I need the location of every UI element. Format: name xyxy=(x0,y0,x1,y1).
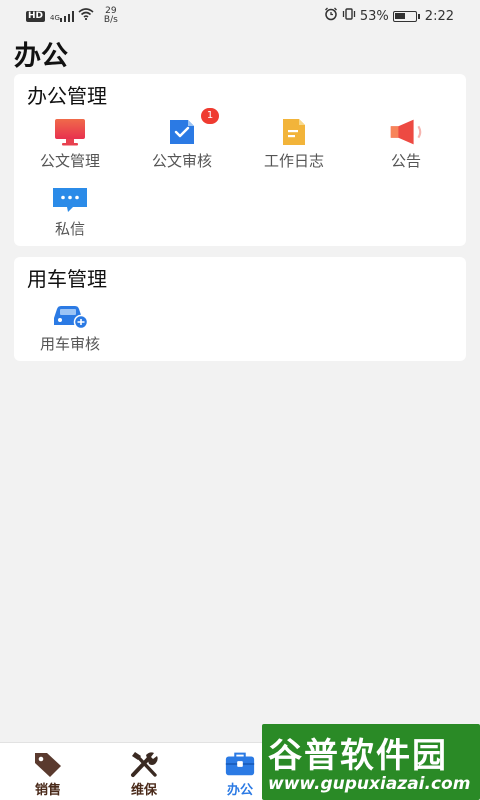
battery-percent: 53% xyxy=(359,8,389,24)
watermark-title: 谷普软件园 xyxy=(268,736,448,776)
tag-icon xyxy=(32,749,64,779)
tools-icon xyxy=(128,749,160,779)
nav-maintenance-label: 维保 xyxy=(130,783,157,798)
status-left: HD 4G 29 B/s xyxy=(26,7,118,25)
private-message-label: 私信 xyxy=(54,220,85,238)
clock: 2:22 xyxy=(424,8,454,24)
status-bar: HD 4G 29 B/s 53% 2:22 xyxy=(0,0,480,32)
official-document-review-label: 公文审核 xyxy=(151,152,212,170)
official-document-management-item[interactable]: 公文管理 xyxy=(14,116,126,176)
vehicle-review-label: 用车审核 xyxy=(39,335,100,353)
watermark-url: www.gupuxiazai.com xyxy=(268,774,471,794)
speed-unit: B/s xyxy=(103,15,118,25)
official-document-management-label: 公文管理 xyxy=(39,152,100,170)
official-document-review-item[interactable]: 1 公文审核 xyxy=(126,108,238,176)
watermark: 谷普软件园 www.gupuxiazai.com xyxy=(262,724,480,800)
nav-sales-label: 销售 xyxy=(34,783,61,798)
chat-bubble-icon xyxy=(51,184,89,216)
wifi-icon xyxy=(78,8,94,24)
office-management-title: 办公管理 xyxy=(27,84,107,108)
work-log-label: 工作日志 xyxy=(263,152,324,170)
car-approve-icon xyxy=(51,299,89,331)
nav-sales[interactable]: 销售 xyxy=(0,743,96,800)
hd-indicator: HD xyxy=(26,10,46,22)
battery-icon xyxy=(392,10,420,22)
office-management-card: 办公管理 公文管理 1 公文审核 工作日志 公告 私信 xyxy=(14,74,466,246)
work-log-item[interactable]: 工作日志 xyxy=(238,116,350,176)
vehicle-management-title: 用车管理 xyxy=(27,267,107,291)
network-type: 4G xyxy=(50,13,60,22)
unread-badge: 1 xyxy=(201,108,219,124)
vibrate-icon xyxy=(342,7,356,25)
document-check-icon xyxy=(163,116,201,148)
page-title: 办公 xyxy=(14,41,68,72)
status-right: 53% 2:22 xyxy=(324,7,454,25)
network-speed: 29 B/s xyxy=(104,7,118,25)
nav-maintenance[interactable]: 维保 xyxy=(96,743,192,800)
vehicle-review-item[interactable]: 用车审核 xyxy=(14,299,126,359)
private-message-item[interactable]: 私信 xyxy=(14,184,126,244)
monitor-icon xyxy=(51,116,89,148)
vehicle-management-card: 用车管理 用车审核 xyxy=(14,257,466,361)
signal-icon: 4G xyxy=(49,10,74,22)
megaphone-icon xyxy=(387,116,425,148)
battery-fill xyxy=(394,12,405,19)
announcement-item[interactable]: 公告 xyxy=(350,116,462,176)
notebook-icon xyxy=(275,116,313,148)
announcement-label: 公告 xyxy=(390,152,421,170)
briefcase-icon xyxy=(224,749,256,779)
alarm-icon xyxy=(324,7,338,25)
